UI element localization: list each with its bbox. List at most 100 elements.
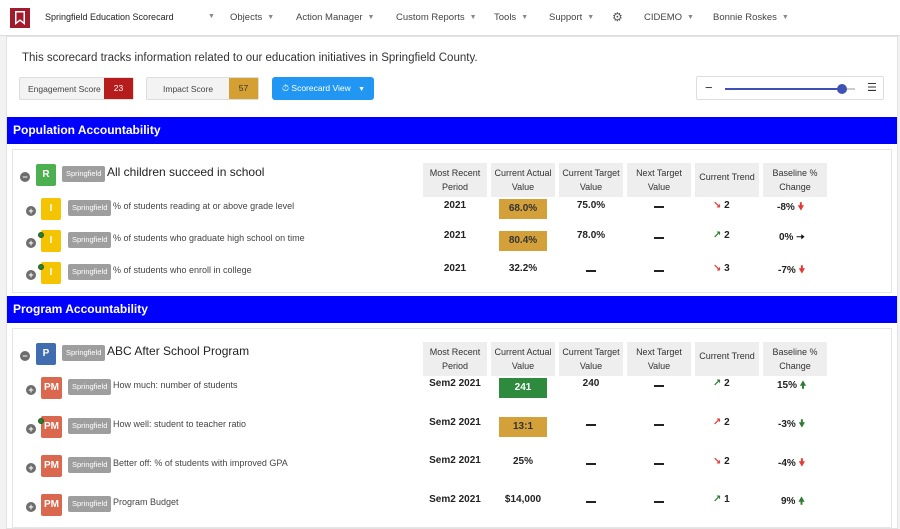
expand-icon[interactable]: + [26, 463, 36, 473]
indicator-title[interactable]: % of students reading at or above grade … [113, 201, 294, 211]
expand-icon[interactable]: + [26, 206, 36, 216]
app-logo-icon[interactable] [10, 8, 30, 28]
indicator-row[interactable]: + I Springfield % of students who enroll… [13, 262, 893, 292]
indicator-title[interactable]: % of students who enroll in college [113, 265, 252, 275]
springfield-tag: Springfield [68, 200, 112, 216]
next-target-empty [654, 206, 664, 208]
engagement-score-label: Engagement Score [28, 84, 101, 94]
target-value: 78.0% [576, 230, 606, 241]
impact-score[interactable]: Impact Score 57 [146, 77, 259, 100]
target-empty [586, 501, 596, 503]
col-most-recent-period: Most Recent Period [423, 342, 487, 376]
menu-icon[interactable]: ☰ [867, 81, 877, 94]
indicator-row[interactable]: + I Springfield % of students who gradua… [13, 230, 893, 260]
engagement-score-value: 23 [104, 78, 133, 99]
top-navbar: Springfield Education Scorecard ▼ Object… [0, 0, 900, 36]
scorecard-panel: This scorecard tracks information relate… [6, 36, 898, 529]
arrow-up-icon: 🠝 [799, 380, 807, 391]
actual-value: 32.2% [508, 263, 538, 274]
period-value: Sem2 2021 [429, 494, 481, 505]
measure-badge: PM [41, 455, 62, 477]
chevron-down-icon: ▼ [687, 14, 694, 21]
baseline-change: -7% 🠟 [778, 265, 806, 276]
status-dot-icon [38, 264, 44, 270]
nav-cidemo[interactable]: CIDEMO ▼ [644, 12, 694, 23]
program-title[interactable]: ABC After School Program [107, 344, 249, 358]
measure-title[interactable]: Program Budget [113, 497, 179, 507]
nav-custom-reports[interactable]: Custom Reports ▼ [396, 12, 477, 23]
scorecard-view-button[interactable]: ⏱ Scorecard View ▼ [272, 77, 374, 100]
trend-indicator: ↗ 2 [713, 378, 730, 389]
zoom-slider-handle[interactable] [837, 84, 847, 94]
measure-row[interactable]: + PM Springfield Better off: % of studen… [13, 455, 893, 485]
next-target-empty [654, 270, 664, 272]
chevron-down-icon[interactable]: ▼ [208, 13, 215, 20]
target-value: 240 [582, 378, 600, 389]
baseline-change: 9% 🠝 [781, 496, 805, 507]
period-value: Sem2 2021 [429, 378, 481, 389]
population-card: − R Springfield All children succeed in … [12, 149, 892, 293]
col-current-target-value: Current Target Value [559, 342, 623, 376]
zoom-slider[interactable] [725, 84, 855, 94]
trend-up-icon: ↗ [713, 417, 722, 428]
actual-value: 25% [512, 456, 533, 467]
app-title[interactable]: Springfield Education Scorecard [45, 12, 174, 22]
trend-indicator: ↘ 2 [713, 456, 730, 467]
collapse-icon[interactable]: − [20, 351, 30, 361]
status-dot-icon [38, 418, 44, 424]
indicator-row[interactable]: + I Springfield % of students reading at… [13, 198, 893, 228]
next-target-empty [654, 463, 664, 465]
indicator-title[interactable]: % of students who graduate high school o… [113, 233, 305, 243]
zoom-slider-fill [725, 88, 842, 90]
measure-badge: PM [41, 416, 62, 438]
col-current-actual-value: Current Actual Value [491, 342, 555, 376]
nav-tools[interactable]: Tools ▼ [494, 12, 528, 23]
arrow-right-icon: 🠢 [796, 232, 805, 243]
measure-badge: PM [41, 377, 62, 399]
arrow-down-icon: 🠟 [798, 458, 806, 469]
engagement-score[interactable]: Engagement Score 23 [19, 77, 134, 100]
expand-icon[interactable]: + [26, 238, 36, 248]
expand-icon[interactable]: + [26, 424, 36, 434]
col-baseline-change: Baseline % Change [763, 163, 827, 197]
expand-icon[interactable]: + [26, 270, 36, 280]
nav-objects[interactable]: Objects ▼ [230, 12, 274, 23]
measure-row[interactable]: + PM Springfield How well: student to te… [13, 416, 893, 446]
target-empty [586, 424, 596, 426]
nav-user-menu[interactable]: Bonnie Roskes ▼ [713, 12, 789, 23]
baseline-change: 0% 🠢 [779, 232, 805, 243]
indicator-badge: I [41, 198, 61, 220]
arrow-down-icon: 🠟 [798, 419, 806, 430]
measure-title[interactable]: How much: number of students [113, 380, 238, 390]
measure-row[interactable]: + PM Springfield Program Budget Sem2 202… [13, 494, 893, 524]
measure-title[interactable]: How well: student to teacher ratio [113, 419, 246, 429]
springfield-tag: Springfield [68, 457, 112, 473]
actual-value: 80.4% [499, 231, 547, 251]
expand-icon[interactable]: + [26, 385, 36, 395]
trend-down-icon: ↘ [713, 456, 722, 467]
dashboard-icon: ⏱ [282, 83, 290, 93]
measure-row[interactable]: + PM Springfield How much: number of stu… [13, 377, 893, 407]
expand-icon[interactable]: + [26, 502, 36, 512]
section-header-program[interactable]: Program Accountability [7, 296, 897, 323]
gear-icon[interactable]: ⚙ [612, 10, 623, 24]
actual-value: 241 [499, 378, 547, 398]
next-target-empty [654, 424, 664, 426]
nav-support[interactable]: Support ▼ [549, 12, 594, 23]
zoom-out-icon[interactable]: − [705, 80, 713, 95]
indicator-badge: I [41, 230, 61, 252]
col-current-target-value: Current Target Value [559, 163, 623, 197]
springfield-tag: Springfield [62, 345, 106, 361]
chevron-down-icon: ▼ [521, 14, 529, 21]
section-header-population[interactable]: Population Accountability [7, 117, 897, 144]
trend-up-icon: ↗ [713, 494, 722, 505]
collapse-icon[interactable]: − [20, 172, 30, 182]
trend-up-icon: ↗ [713, 230, 722, 241]
measure-title[interactable]: Better off: % of students with improved … [113, 458, 288, 468]
indicator-badge: I [41, 262, 61, 284]
trend-indicator: ↘ 2 [713, 200, 730, 211]
result-title[interactable]: All children succeed in school [107, 165, 264, 179]
col-current-actual-value: Current Actual Value [491, 163, 555, 197]
nav-action-manager[interactable]: Action Manager ▼ [296, 12, 374, 23]
measure-badge: PM [41, 494, 62, 516]
